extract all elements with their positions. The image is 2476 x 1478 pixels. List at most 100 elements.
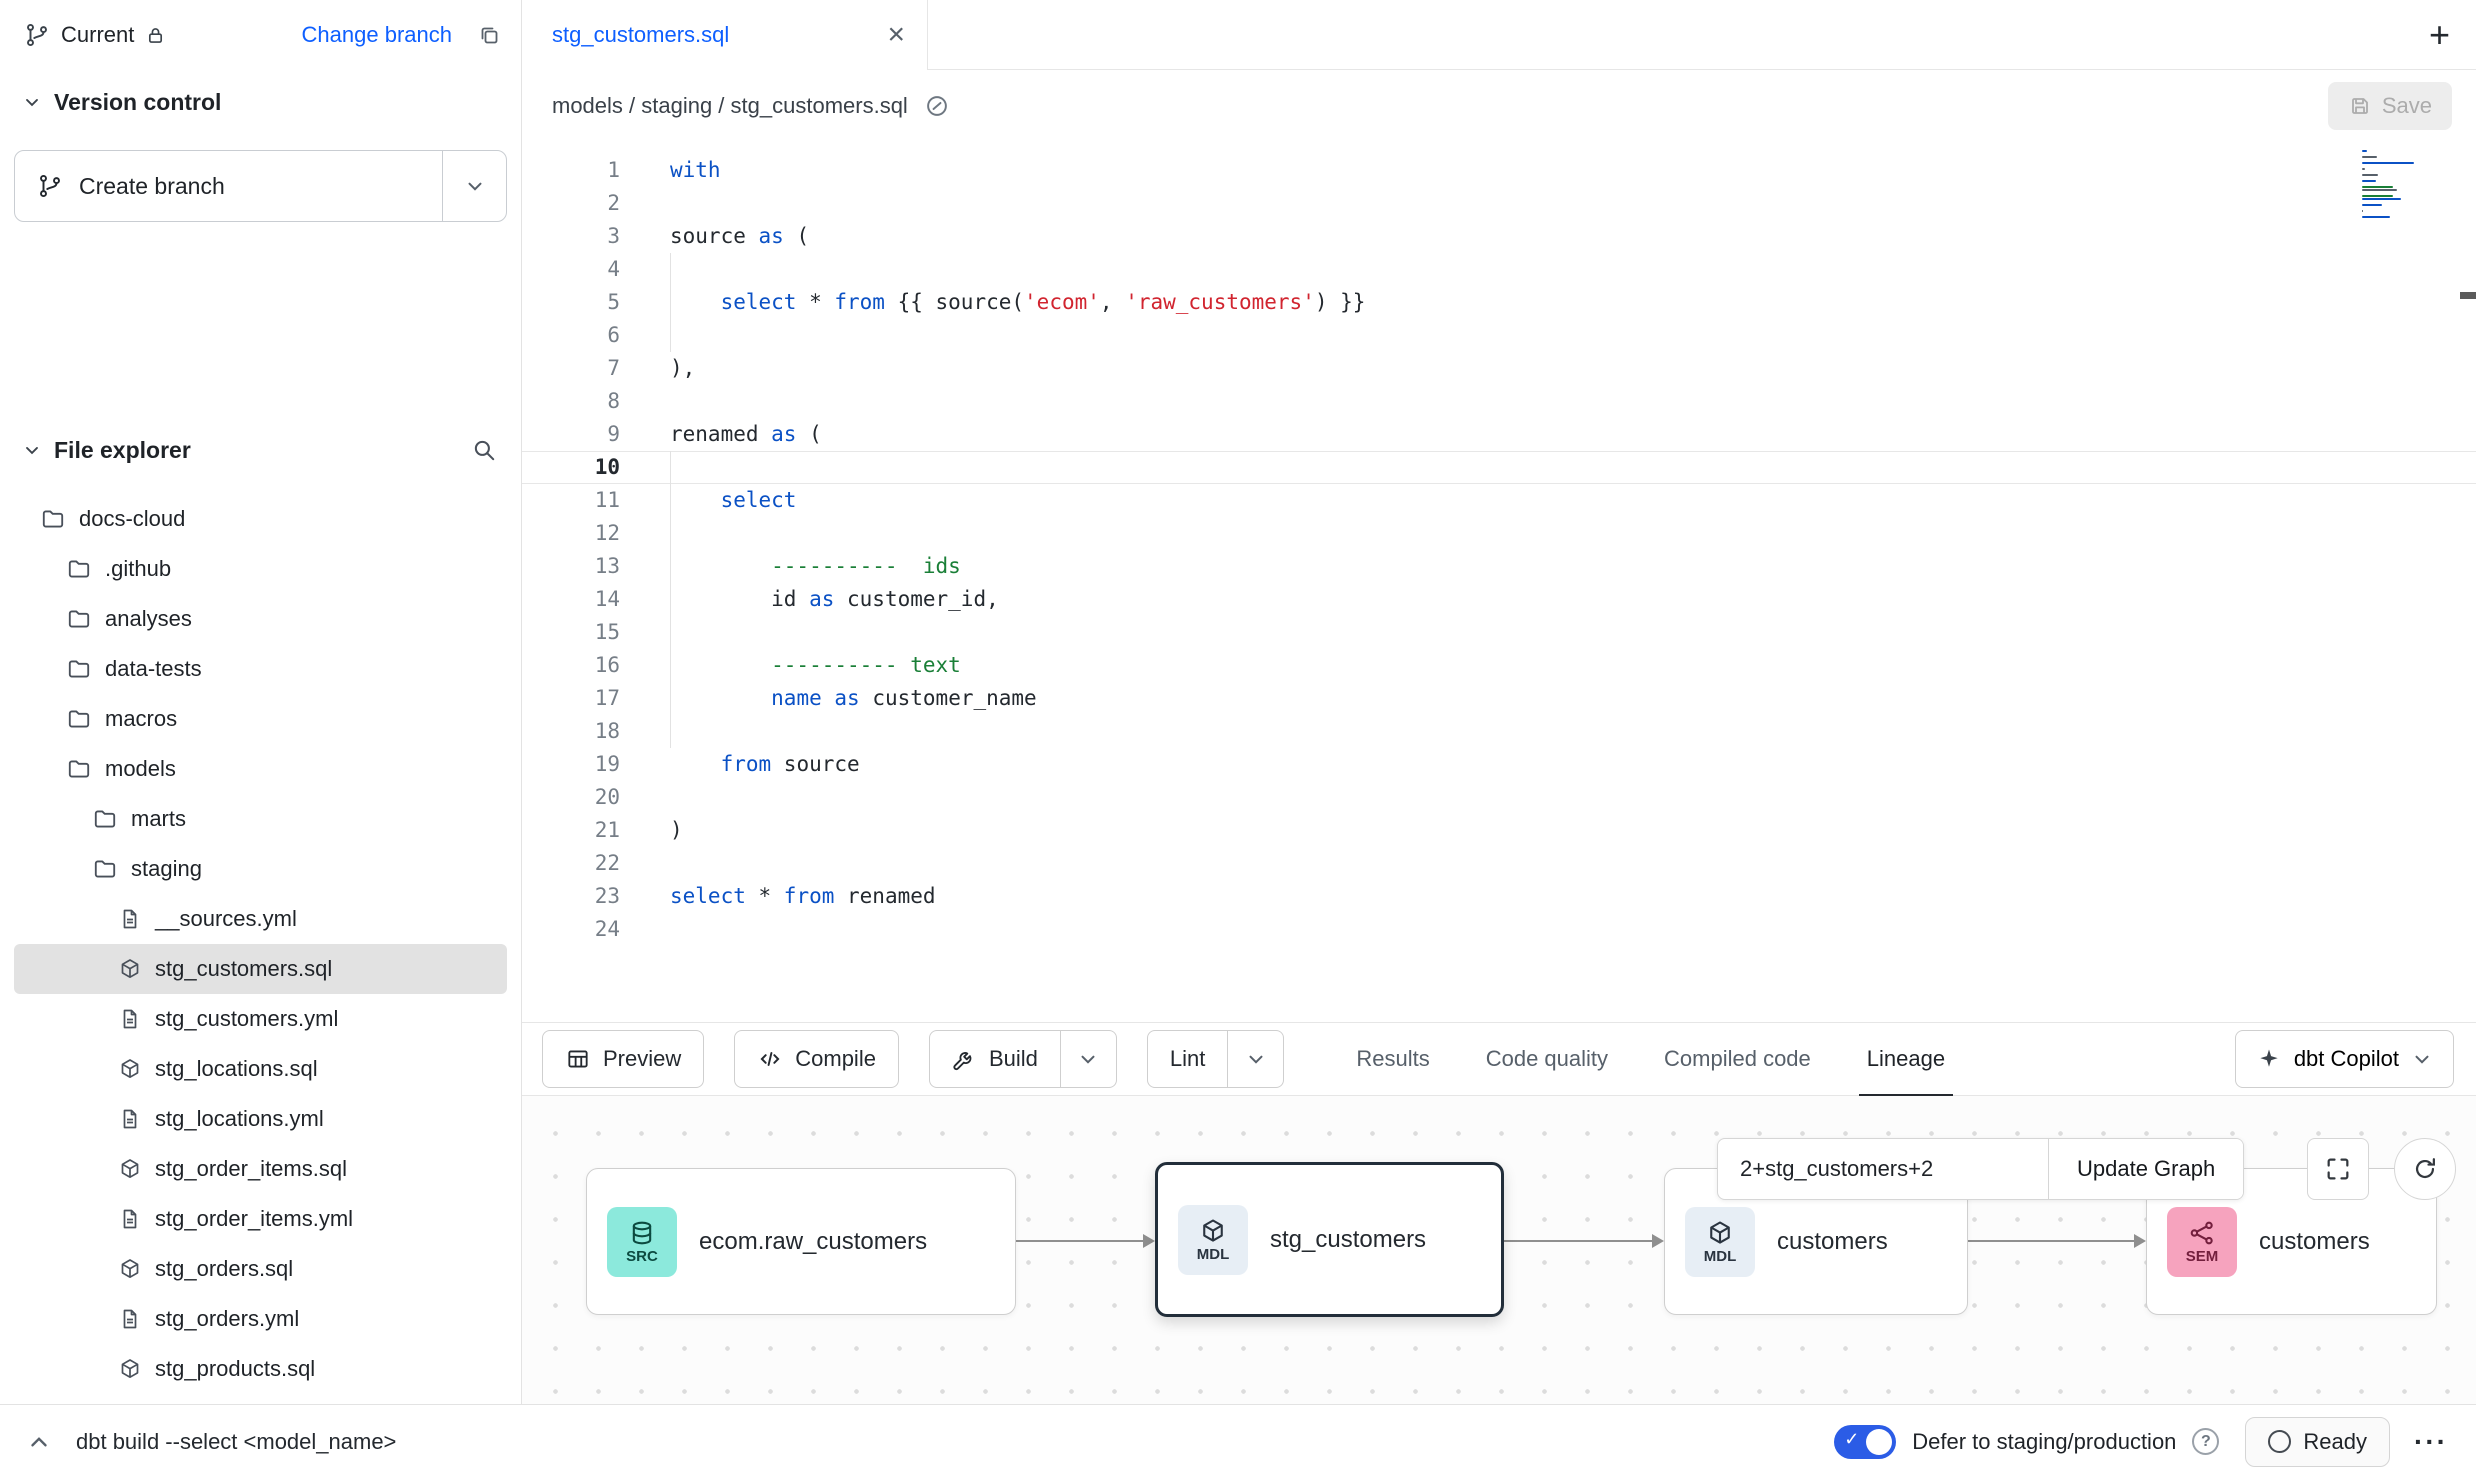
code-line-19[interactable]: 19 from source <box>522 748 2476 781</box>
code-line-17[interactable]: 17 name as customer_name <box>522 682 2476 715</box>
code-line-7[interactable]: 7), <box>522 352 2476 385</box>
refresh-button[interactable] <box>2394 1138 2456 1200</box>
overflow-menu-button[interactable]: ··· <box>2406 1426 2456 1458</box>
update-graph-button[interactable]: Update Graph <box>2048 1139 2243 1199</box>
code-text: ---------- ids <box>620 550 961 583</box>
tree-item-docs-cloud[interactable]: docs-cloud <box>14 494 507 544</box>
tree-item-stg-orders-sql[interactable]: stg_orders.sql <box>14 1244 507 1294</box>
version-control-header[interactable]: Version control <box>0 84 521 120</box>
code-line-18[interactable]: 18 <box>522 715 2476 748</box>
dbt-copilot-button[interactable]: dbt Copilot <box>2235 1030 2454 1088</box>
code-line-8[interactable]: 8 <box>522 385 2476 418</box>
chevron-down-icon <box>22 440 42 460</box>
file-tree: docs-cloud .github analysesdata-testsmacro… <box>0 494 521 1404</box>
tab-stg-customers-sql[interactable]: stg_customers.sql × <box>522 0 928 70</box>
code-line-21[interactable]: 21) <box>522 814 2476 847</box>
minimap[interactable] <box>2362 150 2414 222</box>
chevron-down-icon <box>2411 1048 2433 1070</box>
tree-item--github[interactable]: .github <box>14 544 507 594</box>
tree-item-macros[interactable]: macros <box>14 694 507 744</box>
code-line-1[interactable]: 1with <box>522 154 2476 187</box>
tree-item-stg-order-items-yml[interactable]: stg_order_items.yml <box>14 1194 507 1244</box>
code-line-14[interactable]: 14 id as customer_id, <box>522 583 2476 616</box>
command-text[interactable]: dbt build --select <model_name> <box>76 1429 396 1455</box>
copy-icon[interactable] <box>477 23 501 47</box>
scrollbar-thumb[interactable] <box>2460 292 2476 299</box>
code-text <box>620 385 670 418</box>
tree-item-label: .github <box>105 556 171 582</box>
tree-item-stg-customers-sql[interactable]: stg_customers.sql <box>14 944 507 994</box>
code-text: renamed as ( <box>620 418 822 451</box>
search-icon[interactable] <box>471 437 497 463</box>
code-text <box>620 616 670 649</box>
tree-item-stg-order-items-sql[interactable]: stg_order_items.sql <box>14 1144 507 1194</box>
tree-item-stg-customers-yml[interactable]: stg_customers.yml <box>14 994 507 1044</box>
help-icon[interactable]: ? <box>2192 1428 2219 1455</box>
code-line-15[interactable]: 15 <box>522 616 2476 649</box>
code-line-22[interactable]: 22 <box>522 847 2476 880</box>
command-bar: dbt build --select <model_name> <box>0 1429 396 1455</box>
tree-item-stg-orders-yml[interactable]: stg_orders.yml <box>14 1294 507 1344</box>
code-line-20[interactable]: 20 <box>522 781 2476 814</box>
line-number: 17 <box>522 682 620 715</box>
tree-item-label: stg_order_items.sql <box>155 1156 347 1182</box>
editor-tab-bar: stg_customers.sql × + <box>522 0 2476 70</box>
tree-item-models[interactable]: models <box>14 744 507 794</box>
tab-compiled-code[interactable]: Compiled code <box>1664 1022 1811 1096</box>
model-file-icon <box>118 1157 142 1181</box>
code-line-24[interactable]: 24 <box>522 913 2476 946</box>
tree-item--sources-yml[interactable]: __sources.yml <box>14 894 507 944</box>
tab-results[interactable]: Results <box>1356 1022 1429 1096</box>
lineage-selector-input[interactable] <box>1718 1139 2048 1199</box>
tree-item-stg-locations-yml[interactable]: stg_locations.yml <box>14 1094 507 1144</box>
code-line-23[interactable]: 23select * from renamed <box>522 880 2476 913</box>
lineage-selector-bar: Update Graph <box>1717 1138 2244 1200</box>
code-line-4[interactable]: 4 <box>522 253 2476 286</box>
code-line-12[interactable]: 12 <box>522 517 2476 550</box>
file-explorer-header[interactable]: File explorer <box>0 432 521 468</box>
preview-button[interactable]: Preview <box>542 1030 704 1088</box>
code-line-2[interactable]: 2 <box>522 187 2476 220</box>
tab-code-quality[interactable]: Code quality <box>1486 1022 1608 1096</box>
toggle-knob <box>1866 1429 1892 1455</box>
tree-item-stg-locations-sql[interactable]: stg_locations.sql <box>14 1044 507 1094</box>
lint-button[interactable]: Lint <box>1147 1030 1228 1088</box>
close-tab-icon[interactable]: × <box>887 20 905 50</box>
tab-lineage[interactable]: Lineage <box>1867 1022 1945 1096</box>
save-button[interactable]: Save <box>2328 82 2452 130</box>
build-split-button: Build <box>929 1030 1117 1088</box>
line-number: 23 <box>522 880 620 913</box>
tree-item-staging[interactable]: staging <box>14 844 507 894</box>
tree-item-data-tests[interactable]: data-tests <box>14 644 507 694</box>
tab-label: stg_customers.sql <box>552 22 729 48</box>
create-branch-main[interactable]: Create branch <box>15 151 442 221</box>
code-line-9[interactable]: 9renamed as ( <box>522 418 2476 451</box>
code-line-10[interactable]: 10 <box>522 451 2476 484</box>
create-branch-dropdown[interactable] <box>442 151 506 221</box>
tree-item-stg-products-sql[interactable]: stg_products.sql <box>14 1344 507 1394</box>
build-dropdown[interactable] <box>1061 1030 1117 1088</box>
tree-item-marts[interactable]: marts <box>14 794 507 844</box>
compile-button[interactable]: Compile <box>734 1030 899 1088</box>
code-line-3[interactable]: 3source as ( <box>522 220 2476 253</box>
tree-item-label: marts <box>131 806 186 832</box>
lineage-node-ecom-raw-customers[interactable]: SRC ecom.raw_customers <box>586 1168 1016 1315</box>
chevron-up-icon[interactable] <box>26 1429 52 1455</box>
code-line-16[interactable]: 16 ---------- text <box>522 649 2476 682</box>
code-line-5[interactable]: 5 select * from {{ source('ecom', 'raw_c… <box>522 286 2476 319</box>
new-tab-button[interactable]: + <box>2429 17 2450 53</box>
lineage-node-stg-customers[interactable]: MDL stg_customers <box>1155 1162 1504 1317</box>
ready-status-button[interactable]: Ready <box>2245 1417 2390 1467</box>
build-button[interactable]: Build <box>929 1030 1061 1088</box>
change-branch-link[interactable]: Change branch <box>302 22 452 48</box>
lint-dropdown[interactable] <box>1228 1030 1284 1088</box>
code-line-13[interactable]: 13 ---------- ids <box>522 550 2476 583</box>
fullscreen-button[interactable] <box>2307 1138 2369 1200</box>
code-editor[interactable]: 1with23source as (45 select * from {{ so… <box>522 142 2476 1022</box>
line-number: 9 <box>522 418 620 451</box>
tree-item-analyses[interactable]: analyses <box>14 594 507 644</box>
code-line-11[interactable]: 11 select <box>522 484 2476 517</box>
defer-toggle[interactable]: ✓ <box>1834 1425 1896 1459</box>
code-line-6[interactable]: 6 <box>522 319 2476 352</box>
folder-icon <box>66 756 92 782</box>
